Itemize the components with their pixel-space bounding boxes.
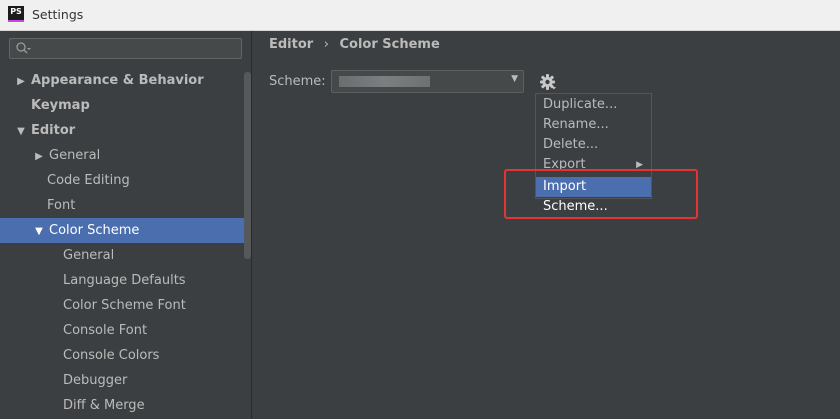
tree-item-label: Editor bbox=[31, 123, 76, 138]
tree-item-label: Color Scheme Font bbox=[63, 298, 186, 313]
tree-item-label: Code Editing bbox=[47, 173, 130, 188]
tree-item[interactable]: Language Defaults bbox=[0, 268, 251, 293]
breadcrumb: Editor › Color Scheme bbox=[269, 37, 440, 52]
tree-item[interactable]: ▶ General bbox=[0, 143, 251, 168]
breadcrumb-parent: Editor bbox=[269, 37, 314, 52]
expand-arrow-icon[interactable]: ▶ bbox=[32, 144, 46, 169]
tree-item-label: Debugger bbox=[63, 373, 128, 388]
menu-item[interactable]: Rename... bbox=[536, 115, 651, 135]
menu-item-label: Delete... bbox=[543, 137, 599, 152]
tree-item[interactable]: ▼ Color Scheme bbox=[0, 218, 251, 243]
menu-item[interactable]: Delete... bbox=[536, 135, 651, 155]
menu-item[interactable]: Duplicate... bbox=[536, 95, 651, 115]
tree-item[interactable]: Debugger bbox=[0, 368, 251, 393]
tree-item[interactable]: Font bbox=[0, 193, 251, 218]
annotation-highlight-box bbox=[504, 169, 698, 219]
expand-arrow-icon[interactable]: ▶ bbox=[14, 69, 28, 94]
search-icon bbox=[16, 42, 31, 54]
tree-item[interactable]: ▶ Appearance & Behavior bbox=[0, 68, 251, 93]
settings-sidebar: ▶ Appearance & Behavior Keymap ▼ Editor ▶ Gene… bbox=[0, 31, 251, 419]
breadcrumb-separator: › bbox=[323, 37, 329, 52]
tree-item[interactable]: Color Scheme Font bbox=[0, 293, 251, 318]
scheme-value-blurred bbox=[339, 76, 430, 87]
tree-item[interactable]: Console Colors bbox=[0, 343, 251, 368]
menu-item-label: Rename... bbox=[543, 117, 609, 132]
window-title: Settings bbox=[32, 7, 84, 22]
scheme-dropdown[interactable]: ▼ bbox=[331, 70, 524, 93]
settings-tree: ▶ Appearance & Behavior Keymap ▼ Editor ▶ Gene… bbox=[0, 68, 251, 418]
tree-item-label: Language Defaults bbox=[63, 273, 186, 288]
panel-divider[interactable] bbox=[251, 31, 252, 419]
gear-icon[interactable] bbox=[539, 73, 557, 91]
tree-item-label: Console Font bbox=[63, 323, 148, 338]
menu-item-label: Duplicate... bbox=[543, 97, 618, 112]
tree-item-label: Font bbox=[47, 198, 76, 213]
tree-item-label: General bbox=[49, 148, 101, 163]
chevron-down-icon: ▼ bbox=[511, 74, 518, 84]
tree-item-label: Color Scheme bbox=[49, 223, 140, 238]
collapse-arrow-icon[interactable]: ▼ bbox=[14, 119, 28, 144]
search-input[interactable] bbox=[9, 38, 242, 59]
tree-item-label: Appearance & Behavior bbox=[31, 73, 204, 88]
tree-item-label: General bbox=[63, 248, 115, 263]
sidebar-scrollbar-thumb[interactable] bbox=[244, 72, 251, 259]
tree-item-label: Keymap bbox=[31, 98, 90, 113]
tree-item[interactable]: Console Font bbox=[0, 318, 251, 343]
tree-item[interactable]: Keymap bbox=[0, 93, 251, 118]
scheme-label: Scheme: bbox=[269, 74, 326, 89]
tree-item-label: Console Colors bbox=[63, 348, 160, 363]
phpstorm-app-icon: PS bbox=[8, 6, 24, 22]
tree-item[interactable]: General bbox=[0, 243, 251, 268]
title-bar: PS Settings bbox=[0, 0, 840, 31]
tree-item[interactable]: ▼ Editor bbox=[0, 118, 251, 143]
collapse-arrow-icon[interactable]: ▼ bbox=[32, 219, 46, 244]
tree-item-label: Diff & Merge bbox=[63, 398, 145, 413]
tree-item[interactable]: Code Editing bbox=[0, 168, 251, 193]
tree-item[interactable]: Diff & Merge bbox=[0, 393, 251, 418]
breadcrumb-current: Color Scheme bbox=[339, 37, 440, 52]
